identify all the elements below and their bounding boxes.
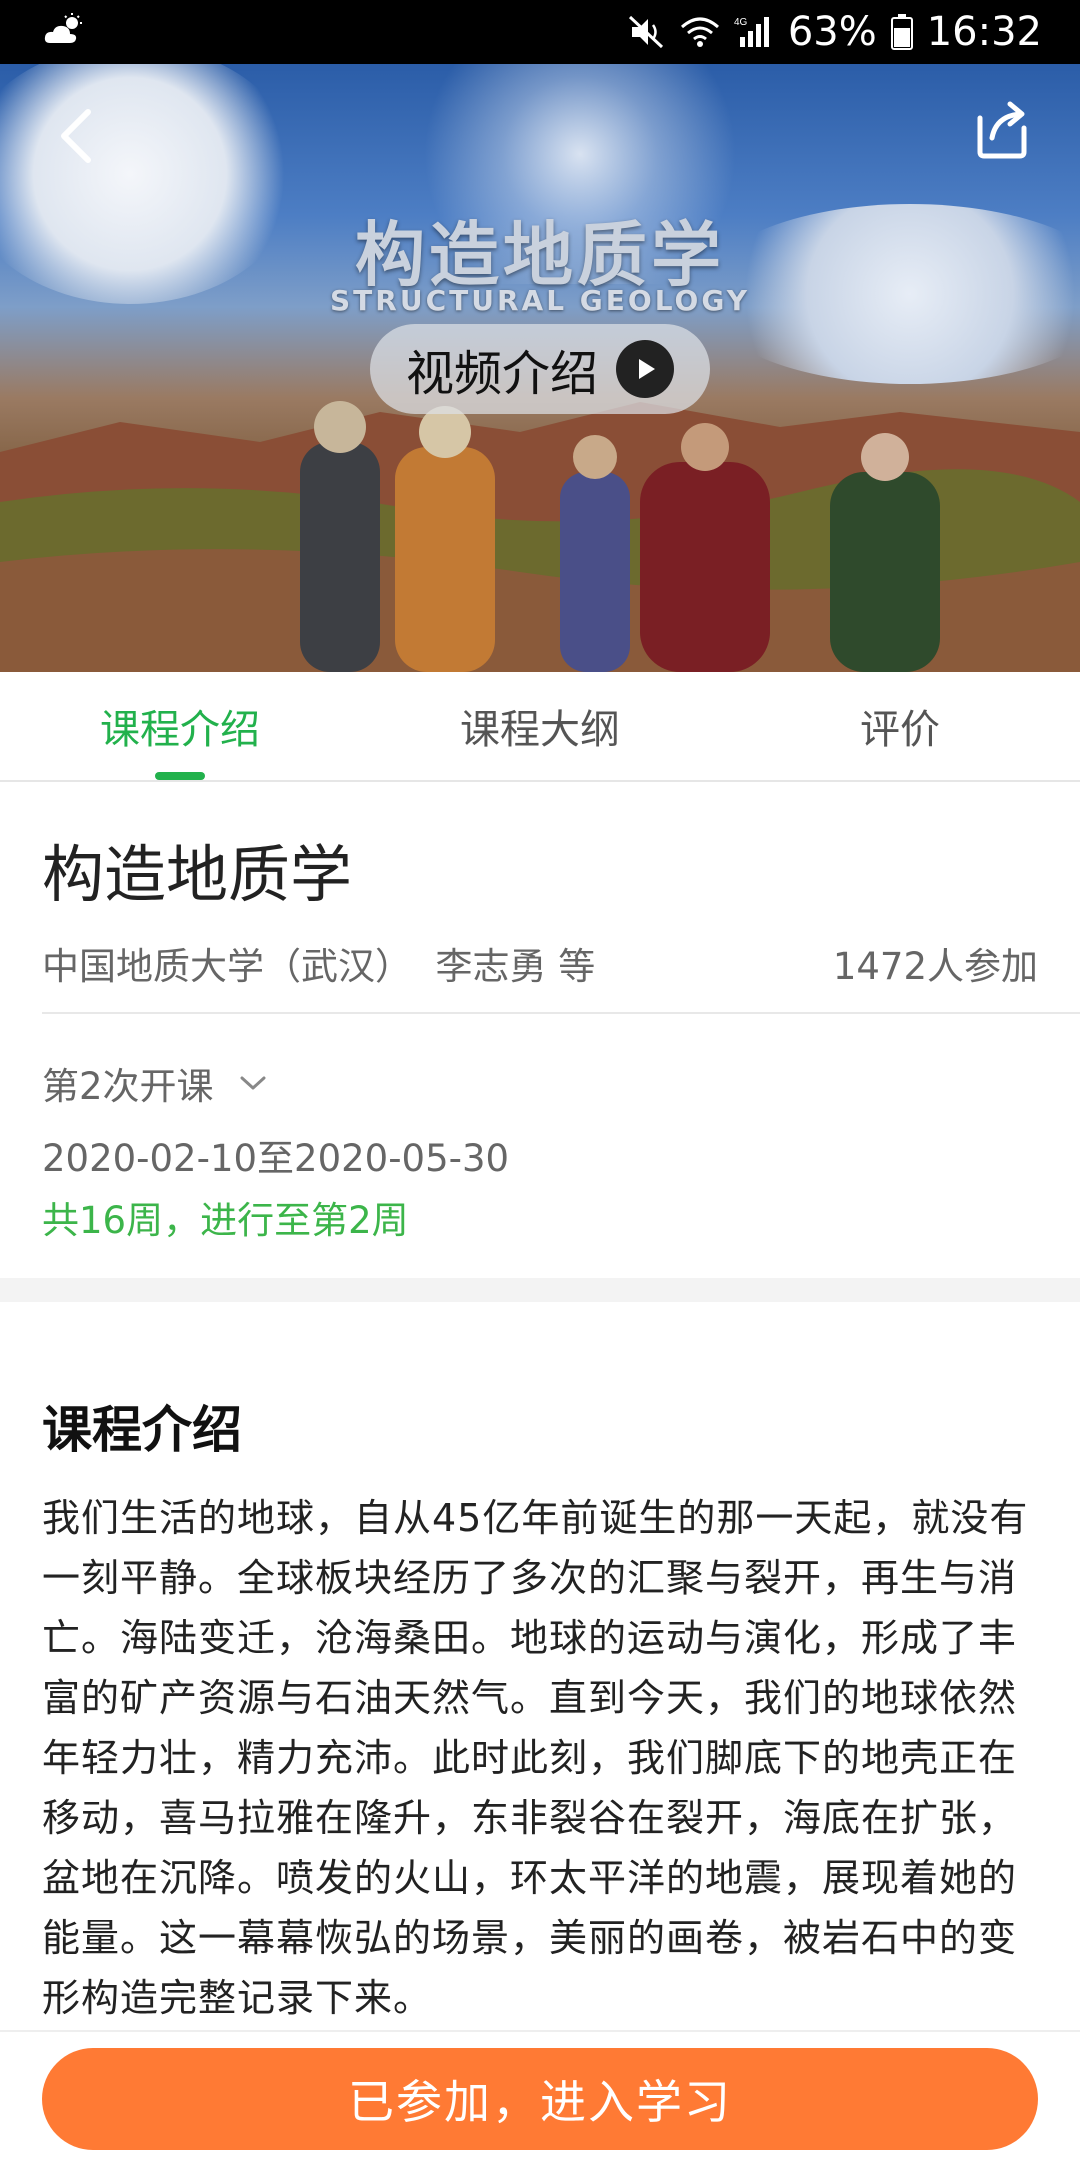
network-type-label: 4G bbox=[734, 17, 748, 28]
share-button[interactable] bbox=[970, 94, 1034, 164]
course-title: 构造地质学 bbox=[42, 838, 353, 911]
divider bbox=[42, 1012, 1080, 1014]
enter-study-button[interactable]: 已参加，进入学习 bbox=[42, 2048, 1038, 2150]
bottom-action-bar: 已参加，进入学习 bbox=[0, 2030, 1080, 2162]
course-dates: 2020-02-10至2020-05-30 bbox=[42, 1137, 510, 1180]
course-info: 构造地质学 中国地质大学（武汉） 李志勇 等 1472人参加 bbox=[42, 780, 1038, 990]
video-intro-label: 视频介绍 bbox=[405, 346, 598, 402]
video-intro-button[interactable]: 视频介绍 bbox=[370, 324, 710, 414]
tab-course-intro[interactable]: 课程介绍 bbox=[0, 672, 360, 780]
clock: 16:32 bbox=[926, 9, 1042, 55]
status-bar: 4G 63% 16:32 bbox=[0, 0, 1080, 64]
section-separator bbox=[0, 1278, 1080, 1302]
wifi-icon bbox=[680, 15, 720, 49]
chevron-down-icon bbox=[240, 1076, 266, 1090]
back-button[interactable] bbox=[50, 100, 110, 170]
cover-title-en: STRUCTURAL GEOLOGY bbox=[330, 284, 750, 317]
institution-teacher: 中国地质大学（武汉） 李志勇 等 bbox=[42, 945, 596, 988]
tab-label: 评价 bbox=[860, 707, 940, 753]
tab-bar: 课程介绍 课程大纲 评价 bbox=[0, 672, 1080, 782]
active-tab-indicator bbox=[155, 772, 205, 780]
course-progress: 共16周，进行至第2周 bbox=[42, 1199, 409, 1242]
course-cover-banner: 构造地质学 STRUCTURAL GEOLOGY 视频介绍 bbox=[0, 64, 1080, 672]
mute-icon bbox=[628, 15, 666, 49]
tab-reviews[interactable]: 评价 bbox=[720, 672, 1080, 780]
play-icon bbox=[616, 340, 674, 398]
course-meta: 中国地质大学（武汉） 李志勇 等 1472人参加 bbox=[42, 936, 1038, 990]
battery-percent: 63% bbox=[787, 9, 877, 55]
tab-label: 课程介绍 bbox=[100, 707, 260, 753]
intro-heading: 课程介绍 bbox=[42, 1401, 242, 1459]
session-label: 第2次开课 bbox=[42, 1065, 214, 1108]
share-icon bbox=[977, 101, 1027, 159]
weather-icon bbox=[42, 13, 86, 51]
battery-icon bbox=[890, 14, 913, 50]
signal-icon: 4G bbox=[734, 15, 774, 49]
intro-body: 我们生活的地球，自从45亿年前诞生的那一天起，就没有一刻平静。全球板块经历了多次… bbox=[42, 1496, 1029, 2020]
tab-course-outline[interactable]: 课程大纲 bbox=[360, 672, 720, 780]
chevron-left-icon bbox=[61, 109, 91, 163]
session-selector[interactable]: 第2次开课 bbox=[42, 1056, 268, 1110]
tab-label: 课程大纲 bbox=[460, 707, 620, 753]
participant-count: 1472人参加 bbox=[832, 945, 1038, 988]
